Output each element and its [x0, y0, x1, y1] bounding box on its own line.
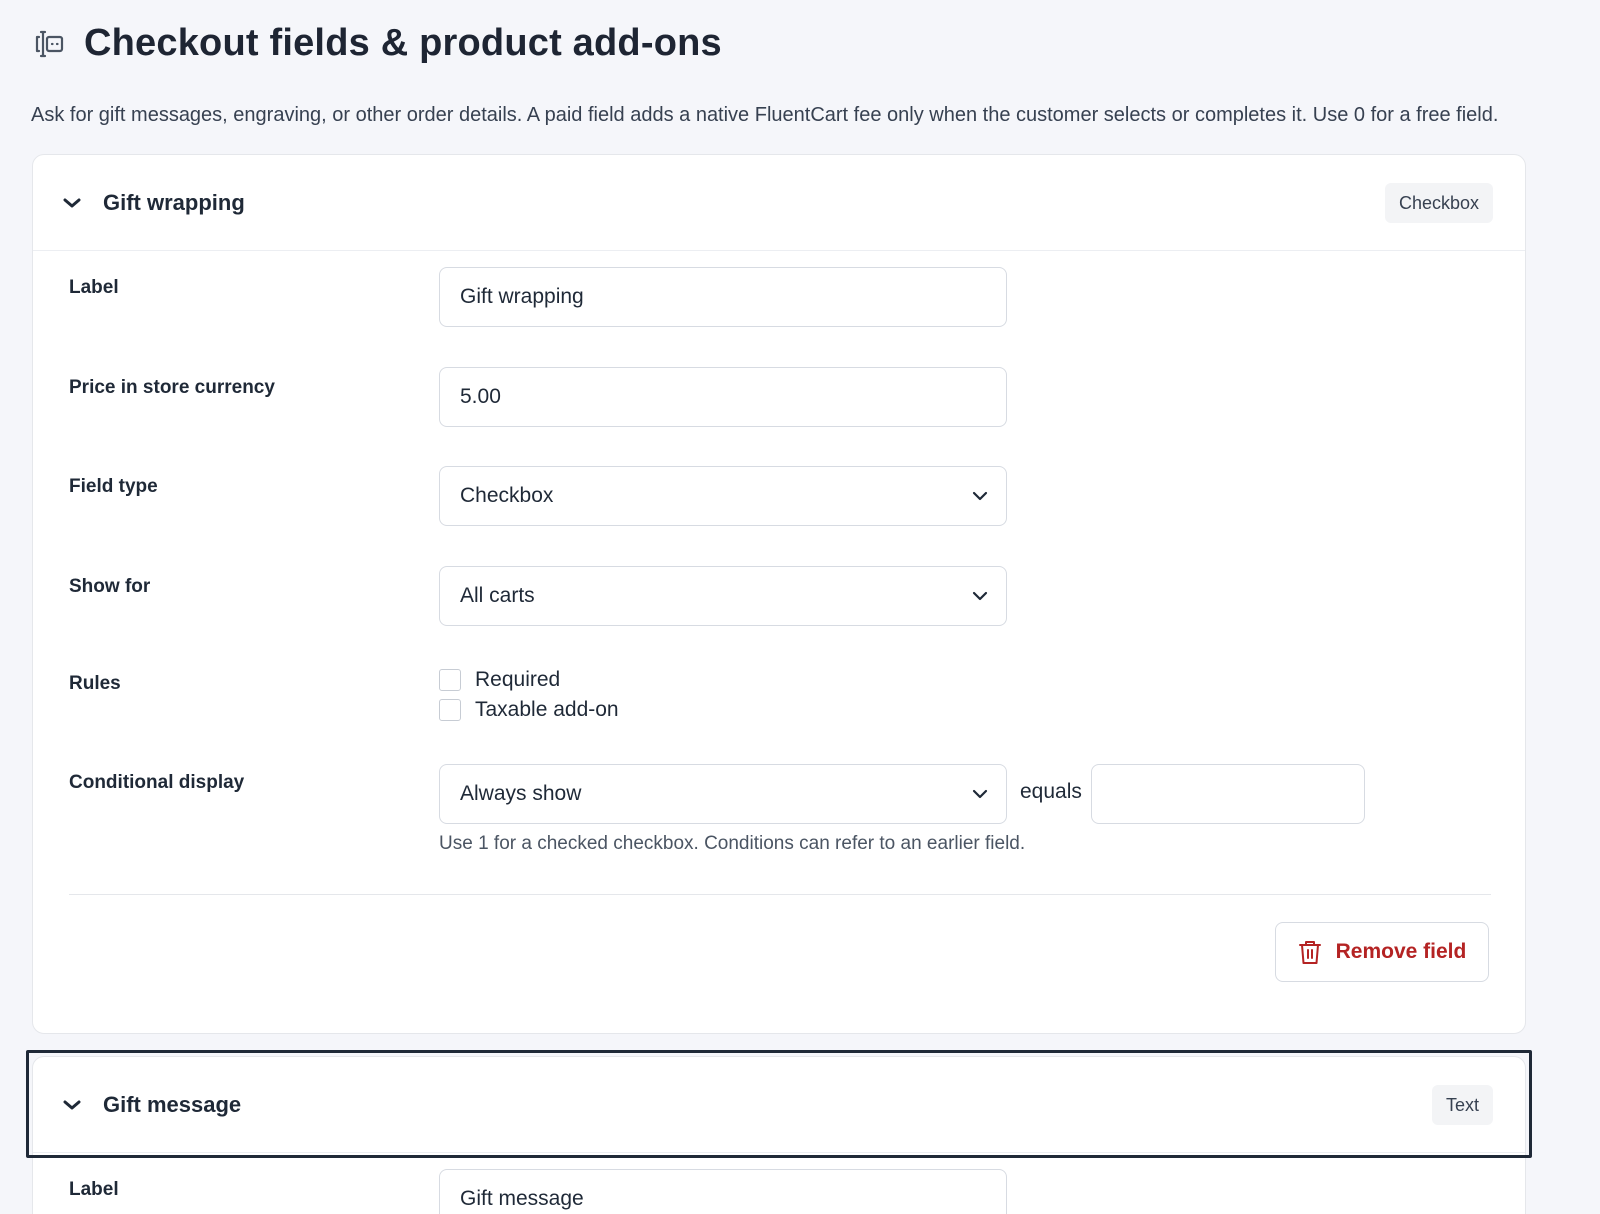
price-input[interactable]: 5.00 [439, 367, 1007, 427]
text-cursor-icon [32, 27, 66, 61]
show-for-value: All carts [460, 584, 535, 607]
remove-field-label: Remove field [1335, 940, 1467, 963]
price-label: Price in store currency [69, 377, 275, 398]
equals-label: equals [1020, 780, 1082, 803]
page-description: Ask for gift messages, engraving, or oth… [31, 104, 1499, 126]
field-type-badge: Text [1431, 1084, 1493, 1125]
label-input[interactable]: Gift wrapping [439, 267, 1007, 327]
taxable-label: Taxable add-on [475, 698, 619, 721]
label-input[interactable]: Gift message [439, 1169, 1007, 1214]
required-checkbox[interactable]: Required [439, 665, 619, 695]
conditional-display-value: Always show [460, 782, 582, 805]
field-card-header[interactable]: Gift wrapping Checkbox [33, 155, 1525, 251]
page-title: Checkout fields & product add-ons [84, 22, 722, 64]
label-label: Label [69, 1179, 119, 1200]
chevron-down-icon[interactable] [61, 1094, 83, 1116]
conditional-display-label: Conditional display [69, 772, 245, 793]
page-header: Checkout fields & product add-ons [32, 22, 722, 65]
chevron-down-icon [972, 491, 988, 501]
conditional-display-select[interactable]: Always show [439, 764, 1007, 824]
trash-icon [1298, 941, 1321, 964]
field-type-select[interactable]: Checkbox [439, 466, 1007, 526]
chevron-down-icon [972, 591, 988, 601]
checkbox-box[interactable] [439, 699, 461, 721]
conditional-help-text: Use 1 for a checked checkbox. Conditions… [439, 833, 1026, 854]
field-card-gift-message: Gift message Text Label Gift message [32, 1056, 1526, 1214]
field-card-header[interactable]: Gift message Text [33, 1057, 1525, 1153]
taxable-checkbox[interactable]: Taxable add-on [439, 695, 619, 725]
chevron-down-icon[interactable] [61, 192, 83, 214]
field-type-value: Checkbox [460, 484, 554, 507]
field-card-gift-wrapping: Gift wrapping Checkbox Label Gift wrappi… [32, 154, 1526, 1034]
field-type-badge: Checkbox [1384, 182, 1493, 223]
field-card-title: Gift message [103, 1091, 242, 1117]
chevron-down-icon [972, 789, 988, 799]
field-type-label: Field type [69, 476, 158, 497]
show-for-select[interactable]: All carts [439, 566, 1007, 626]
rules-label: Rules [69, 673, 121, 694]
rules-checkboxes: Required Taxable add-on [439, 665, 619, 725]
field-card-title: Gift wrapping [103, 189, 245, 215]
divider [69, 894, 1491, 895]
label-label: Label [69, 277, 119, 298]
required-label: Required [475, 668, 561, 691]
remove-field-button[interactable]: Remove field [1275, 922, 1489, 982]
checkbox-box[interactable] [439, 669, 461, 691]
equals-value-input[interactable] [1091, 764, 1365, 824]
show-for-label: Show for [69, 576, 151, 597]
